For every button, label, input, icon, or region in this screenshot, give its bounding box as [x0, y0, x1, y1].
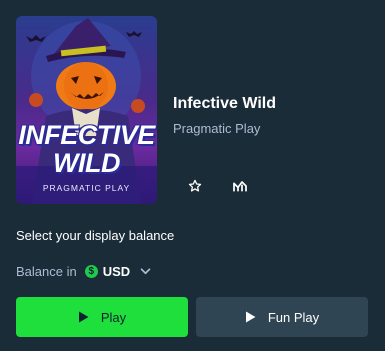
- star-icon: [188, 179, 202, 192]
- balance-prompt: Select your display balance: [16, 228, 175, 243]
- chevron-down-icon: [140, 267, 151, 275]
- play-button-label: Play: [100, 309, 127, 325]
- stats-icon: [233, 181, 247, 192]
- game-thumbnail[interactable]: INFECTIVE WILD PRAGMATIC PLAY: [16, 16, 157, 204]
- game-provider-link[interactable]: Pragmatic Play: [173, 121, 260, 136]
- play-icon: [78, 311, 89, 323]
- play-icon: [245, 311, 256, 323]
- thumbnail-title-line2: WILD: [53, 148, 120, 178]
- game-title: Infective Wild: [173, 95, 276, 112]
- usd-currency-icon: $: [84, 264, 98, 278]
- thumbnail-title-line1: INFECTIVE: [18, 120, 155, 150]
- currency-code: USD: [102, 263, 131, 279]
- balance-label: Balance in: [16, 263, 77, 279]
- stats-button[interactable]: [230, 176, 250, 196]
- balance-currency-selector[interactable]: Balance in $ USD: [16, 262, 151, 280]
- fun-play-button-label: Fun Play: [267, 309, 320, 325]
- fun-play-button[interactable]: Fun Play: [196, 297, 368, 337]
- favorite-button[interactable]: [185, 176, 205, 196]
- game-launch-panel: INFECTIVE WILD PRAGMATIC PLAY Infective …: [0, 0, 385, 351]
- play-button[interactable]: Play: [16, 297, 188, 337]
- thumbnail-provider: PRAGMATIC PLAY: [42, 183, 131, 193]
